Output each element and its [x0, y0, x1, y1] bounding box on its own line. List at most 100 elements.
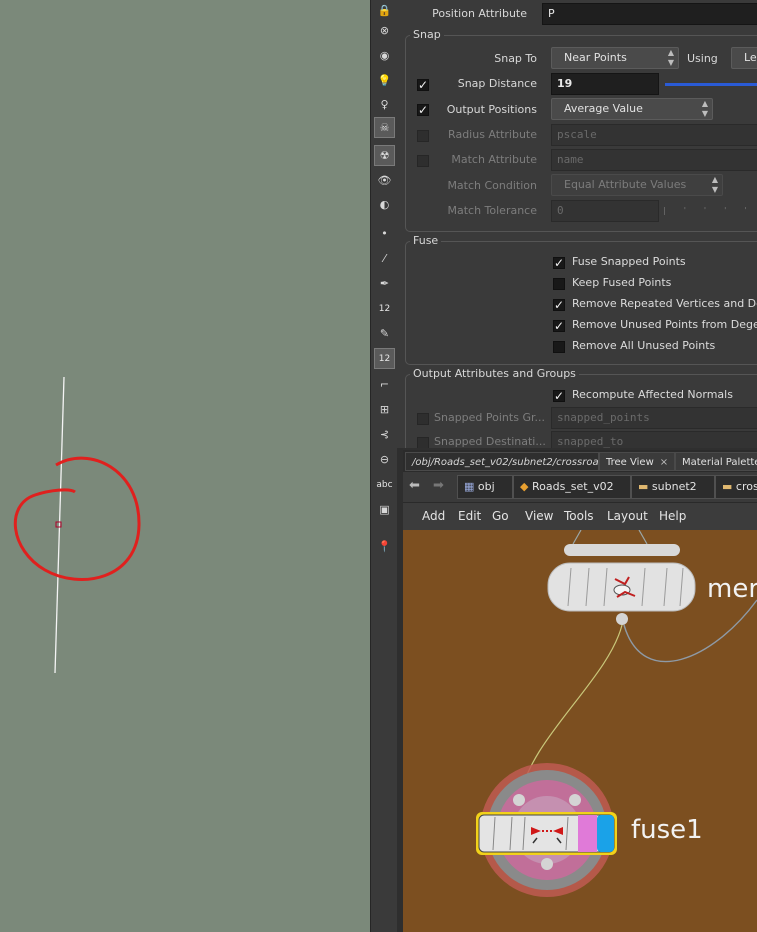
output-positions-menu[interactable]: Average Value ▲ ▼: [551, 98, 713, 120]
point-number-icon[interactable]: 12: [374, 298, 395, 319]
fuse-input-port[interactable]: [513, 794, 525, 806]
menu-go[interactable]: Go: [492, 509, 509, 523]
snap-to-value: Near Points: [564, 51, 627, 64]
radius-attribute-field[interactable]: pscale: [551, 124, 757, 146]
point-icon[interactable]: •: [374, 223, 395, 244]
keep-fused-points-label: Keep Fused Points: [572, 276, 672, 289]
match-tolerance-field[interactable]: 0: [551, 200, 659, 222]
radius-attribute-label: Radius Attribute: [448, 128, 537, 141]
wire[interactable]: [638, 530, 648, 545]
menu-tools[interactable]: Tools: [564, 509, 594, 523]
radius-attribute-checkbox[interactable]: [417, 130, 429, 142]
merge-output-port[interactable]: [616, 613, 628, 625]
scene-viewport[interactable]: [0, 0, 370, 932]
match-tolerance-label: Match Tolerance: [447, 204, 537, 217]
back-arrow-icon[interactable]: ⬅: [409, 478, 420, 493]
network-canvas[interactable]: mer fuse1: [403, 530, 757, 932]
output-positions-checkbox[interactable]: ✓: [417, 104, 429, 116]
snap-distance-slider[interactable]: [665, 83, 757, 86]
tab-tree-view[interactable]: Tree View ×: [599, 452, 675, 471]
split-icon[interactable]: ⊰: [374, 424, 395, 445]
light-bulb-icon[interactable]: ♀: [374, 94, 395, 115]
camera-icon[interactable]: ◐: [374, 194, 395, 215]
skull-icon[interactable]: ☠: [374, 117, 395, 138]
merge-input-bar[interactable]: [564, 544, 680, 556]
snapped-points-group-checkbox[interactable]: [417, 413, 429, 425]
breadcrumb-obj[interactable]: ▦ obj: [457, 475, 513, 499]
tab-material-palette[interactable]: Material Palette×: [675, 452, 757, 471]
tab-tree-view-label: Tree View: [606, 457, 654, 468]
snapped-points-group-field[interactable]: snapped_points: [551, 407, 757, 429]
match-condition-menu[interactable]: Equal Attribute Values ▲ ▼: [551, 174, 723, 196]
brush-icon[interactable]: ⁄: [374, 248, 395, 269]
snapped-destination-checkbox[interactable]: [417, 437, 429, 448]
path-bar: ⬅ ➡ ▦ obj ◆ Roads_set_v02 ▬ subnet2 ▬ cr…: [403, 472, 757, 502]
snapped-destination-field[interactable]: snapped_to: [551, 431, 757, 448]
updown-arrow-icon: ▲ ▼: [701, 99, 708, 118]
keep-fused-points-checkbox[interactable]: [553, 278, 565, 290]
text-icon[interactable]: abc: [374, 474, 395, 495]
match-attribute-label: Match Attribute: [451, 153, 537, 166]
recompute-normals-checkbox[interactable]: ✓: [553, 390, 565, 402]
menu-layout[interactable]: Layout: [607, 509, 648, 523]
match-attribute-field[interactable]: name: [551, 149, 757, 171]
remove-repeated-vertices-checkbox[interactable]: ✓: [553, 299, 565, 311]
point-marker[interactable]: [55, 521, 62, 528]
merge-node-label: mer: [707, 574, 757, 604]
fuse-output-port[interactable]: [541, 858, 553, 870]
image-icon[interactable]: ▣: [374, 499, 395, 520]
tab-network-path-label: /obj/Roads_set_v02/subnet2/crossroad: [412, 457, 605, 468]
using-menu[interactable]: Le: [731, 47, 757, 69]
prim-number-icon[interactable]: 12: [374, 348, 395, 369]
match-condition-label: Match Condition: [447, 179, 537, 192]
lock-icon[interactable]: 🔒: [374, 0, 395, 21]
menu-view[interactable]: View: [525, 509, 553, 523]
menu-help[interactable]: Help: [659, 509, 686, 523]
merge-node[interactable]: [547, 562, 696, 612]
tool-shelf: 🔒 ⊗ ◉ 💡 ♀ ☠ ☢ 👁 ◐ • ⁄ ✒ 12 ✎ 12 ⌐ ⊞ ⊰ ⊖ …: [370, 0, 397, 932]
snap-distance-checkbox[interactable]: ✓: [417, 79, 429, 91]
forward-arrow-icon[interactable]: ➡: [433, 478, 444, 493]
menu-edit[interactable]: Edit: [458, 509, 481, 523]
pin-icon[interactable]: 📍: [374, 536, 395, 557]
match-tolerance-slider[interactable]: |'''': [663, 206, 757, 215]
fuse-snapped-points-checkbox[interactable]: ✓: [553, 257, 565, 269]
subnet-icon: ▬: [638, 480, 649, 493]
frame-icon[interactable]: ⊖: [374, 449, 395, 470]
hammer-icon[interactable]: ✎: [374, 323, 395, 344]
grid-icon[interactable]: ⊞: [374, 399, 395, 420]
menu-add[interactable]: Add: [422, 509, 445, 523]
breadcrumb-subnet2[interactable]: ▬ subnet2: [631, 475, 715, 499]
edge-icon[interactable]: ⌐: [374, 374, 395, 395]
remove-all-unused-points-checkbox[interactable]: [553, 341, 565, 353]
sphere-icon[interactable]: ◉: [374, 45, 395, 66]
remove-repeated-vertices-label: Remove Repeated Vertices and Degen: [572, 297, 757, 310]
recompute-normals-label: Recompute Affected Normals: [572, 388, 733, 401]
right-pane: Position Attribute P Snap Snap To Near P…: [397, 0, 757, 932]
wire[interactable]: [572, 530, 582, 545]
close-icon[interactable]: ×: [660, 457, 668, 468]
close-circle-icon[interactable]: ⊗: [374, 20, 395, 41]
snap-to-menu[interactable]: Near Points ▲ ▼: [551, 47, 679, 69]
viewport-canvas[interactable]: [0, 0, 370, 932]
remove-all-unused-points-label: Remove All Unused Points: [572, 339, 716, 352]
pen-icon[interactable]: ✒: [374, 273, 395, 294]
match-condition-value: Equal Attribute Values: [564, 178, 687, 191]
eye-icon[interactable]: 👁: [374, 170, 395, 191]
tab-network-path[interactable]: /obj/Roads_set_v02/subnet2/crossroad×: [405, 452, 619, 471]
snap-distance-label: Snap Distance: [457, 77, 537, 90]
light-icon[interactable]: 💡: [374, 70, 395, 91]
fuse-node[interactable]: [476, 763, 617, 897]
breadcrumb-roads-set[interactable]: ◆ Roads_set_v02: [513, 475, 631, 499]
breadcrumb-crossroad[interactable]: ▬ cros: [715, 475, 757, 499]
snap-distance-field[interactable]: 19: [551, 73, 659, 95]
mask-icon[interactable]: ☢: [374, 145, 395, 166]
fuse-snapped-points-label: Fuse Snapped Points: [572, 255, 686, 268]
position-attribute-field[interactable]: P: [542, 3, 757, 25]
network-graph[interactable]: [403, 530, 757, 932]
output-positions-value: Average Value: [564, 102, 643, 115]
match-attribute-checkbox[interactable]: [417, 155, 429, 167]
remove-unused-points-degenerate-checkbox[interactable]: ✓: [553, 320, 565, 332]
fuse-input-port[interactable]: [569, 794, 581, 806]
parameter-editor: Position Attribute P Snap Snap To Near P…: [397, 0, 757, 448]
